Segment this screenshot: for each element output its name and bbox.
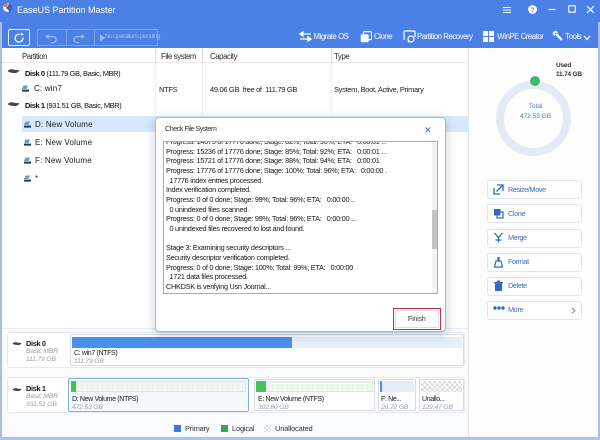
svg-text:?: ? bbox=[531, 7, 535, 14]
